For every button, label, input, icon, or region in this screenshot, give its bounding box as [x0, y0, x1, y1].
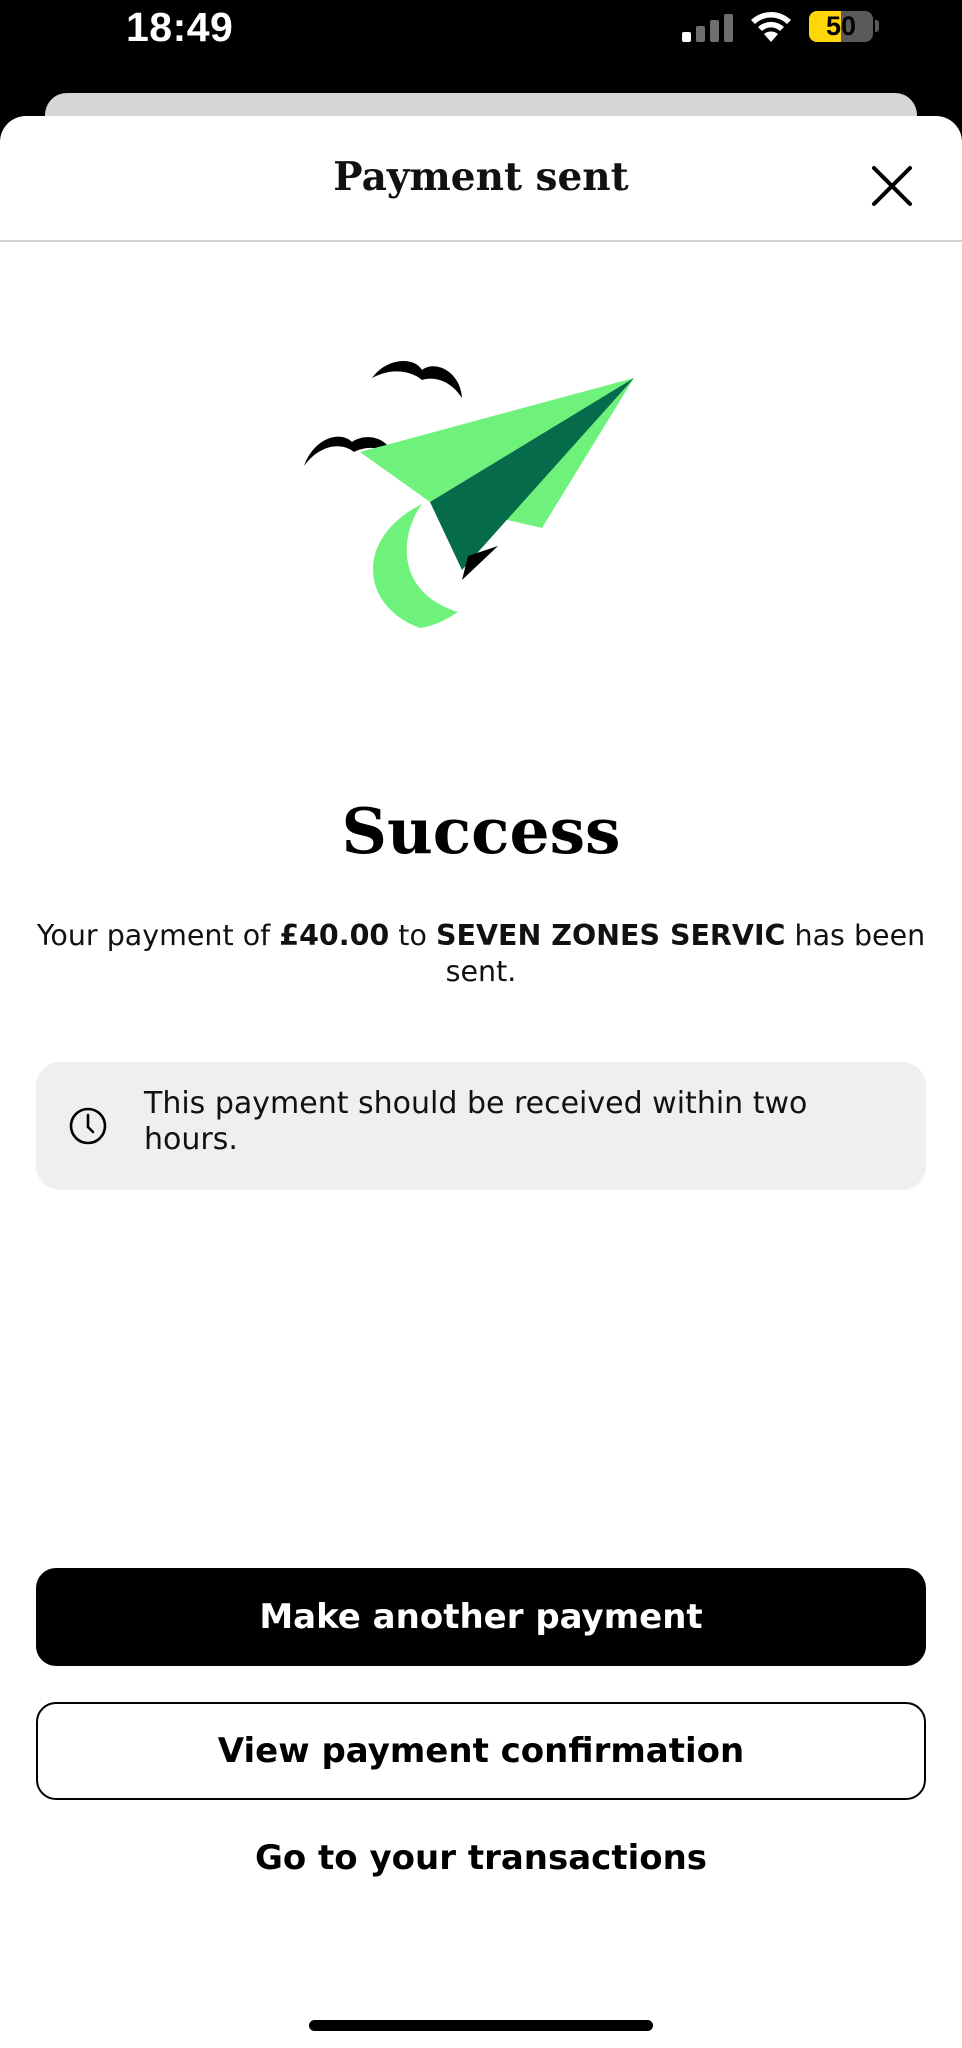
status-bar: 18:49 50 — [0, 0, 962, 100]
message-prefix: Your payment of — [36, 919, 280, 952]
battery-icon: 50 — [809, 11, 873, 42]
info-box: This payment should be received within t… — [36, 1062, 926, 1190]
signal-icon — [682, 14, 733, 42]
battery-tip — [875, 20, 879, 32]
payment-amount: £40.00 — [279, 919, 390, 952]
page-title: Payment sent — [333, 154, 629, 200]
payment-message: Your payment of £40.00 to SEVEN ZONES SE… — [36, 918, 926, 990]
go-to-transactions-link[interactable]: Go to your transactions — [0, 1838, 962, 1878]
status-time: 18:49 — [126, 4, 234, 50]
close-icon — [872, 166, 912, 206]
payment-sent-sheet: Payment sent Success Your payment of £40… — [0, 116, 962, 2048]
payee-name: SEVEN ZONES SERVIC — [435, 919, 786, 952]
view-payment-confirmation-button[interactable]: View payment confirmation — [36, 1702, 926, 1800]
message-middle: to — [389, 919, 436, 952]
clock-icon — [69, 1107, 107, 1145]
paper-plane-illustration — [304, 360, 634, 628]
home-indicator — [309, 2020, 653, 2031]
close-button[interactable] — [862, 156, 922, 216]
success-heading: Success — [341, 794, 621, 868]
bird-icon — [372, 360, 462, 398]
info-text: This payment should be received within t… — [144, 1086, 808, 1157]
battery-percent: 50 — [825, 11, 857, 41]
make-another-payment-button[interactable]: Make another payment — [36, 1568, 926, 1666]
wifi-icon — [751, 12, 791, 42]
sheet-header: Payment sent — [0, 116, 962, 242]
